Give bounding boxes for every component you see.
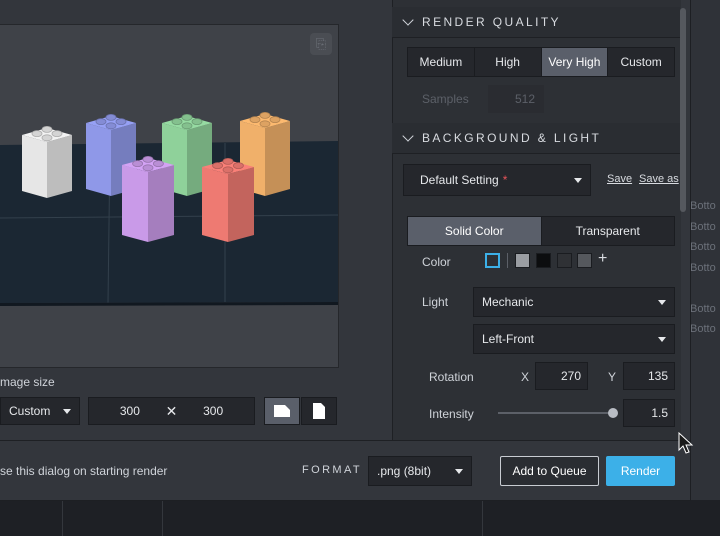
save-as-link[interactable]: Save as [639,173,679,185]
background-list-item: Botto [690,303,716,315]
color-swatch[interactable] [577,253,592,268]
light-direction-select[interactable]: Left-Front [473,324,675,354]
color-swatch[interactable] [515,253,530,268]
mode-solid-color[interactable]: Solid Color [408,217,542,245]
quality-option-custom[interactable]: Custom [608,48,674,76]
chevron-down-icon [658,336,666,342]
light-preset-select[interactable]: Mechanic [473,287,675,317]
landscape-icon [274,405,290,417]
light-preset-value: Mechanic [482,295,534,309]
landscape-orientation-button[interactable] [264,397,300,425]
required-marker: * [502,173,508,187]
portrait-orientation-button[interactable] [301,397,337,425]
format-select[interactable]: .png (8bit) [368,456,472,486]
color-swatch-selected[interactable] [485,253,500,268]
image-width-input[interactable]: 300 [120,404,140,418]
background-list-item: Botto [690,262,716,274]
render-button[interactable]: Render [606,456,675,486]
divider [62,500,63,536]
image-size-label: mage size [0,375,55,389]
background-list-item: Botto [690,323,716,335]
close-on-render-label[interactable]: se this dialog on starting render [0,464,167,478]
image-height-input[interactable]: 300 [203,404,223,418]
background-list-item: Botto [690,200,716,212]
samples-label: Samples [422,92,469,106]
light-label: Light [422,295,449,309]
background-app-bottom-strip [0,500,720,536]
footer-divider [0,440,690,441]
image-size-preset-value: Custom [9,404,51,418]
intensity-slider-track[interactable] [498,412,614,414]
chevron-down-icon [402,130,414,142]
chevron-down-icon [402,14,414,26]
rotation-y-label: Y [608,370,617,384]
render-preview-viewport[interactable]: ⎘ [0,24,339,368]
rotation-x-input[interactable]: 270 [535,362,588,390]
format-value: .png (8bit) [377,464,432,478]
chevron-down-icon [455,468,463,474]
samples-input[interactable]: 512 [488,85,544,113]
lego-brick-white [22,126,72,198]
chevron-down-icon [574,177,582,183]
quality-option-very-high[interactable]: Very High [541,48,609,76]
background-list-item: Botto [690,221,716,233]
background-light-header[interactable]: BACKGROUND & LIGHT [392,123,680,154]
quality-option-high[interactable]: High [475,48,542,76]
background-preset-select[interactable]: Default Setting * [403,164,591,196]
divider [162,500,163,536]
settings-scrollbar[interactable] [680,8,686,212]
image-size-preset-select[interactable]: Custom [0,397,80,425]
intensity-label: Intensity [429,407,474,421]
rotation-y-input[interactable]: 135 [623,362,675,390]
intensity-slider-thumb[interactable] [608,408,618,418]
intensity-input[interactable]: 1.5 [623,399,675,427]
chevron-down-icon [658,299,666,305]
viewport-camera-icon[interactable]: ⎘ [310,33,332,55]
preview-scene [0,112,338,306]
rotation-x-label: X [521,370,530,384]
rotation-label: Rotation [429,370,474,384]
chevron-down-icon [63,408,71,414]
light-direction-value: Left-Front [482,332,535,346]
lego-brick-purple [122,155,174,242]
portrait-icon [313,403,325,419]
render-quality-segmented: Medium High Very High Custom [407,47,675,77]
render-quality-title: RENDER QUALITY [422,15,561,29]
image-size-fields: 300 ✕ 300 [88,397,255,425]
background-list-item: Botto [690,241,716,253]
background-light-title: BACKGROUND & LIGHT [422,131,602,145]
background-preset-value: Default Setting [420,173,499,187]
mouse-cursor-icon [678,432,694,454]
color-swatch[interactable] [536,253,551,268]
add-color-button[interactable]: + [598,250,607,268]
times-icon: ✕ [165,402,178,419]
background-mode-segmented: Solid Color Transparent [407,216,675,246]
quality-option-medium[interactable]: Medium [408,48,475,76]
save-link[interactable]: Save [607,173,632,185]
add-to-queue-button[interactable]: Add to Queue [500,456,599,486]
color-swatch[interactable] [557,253,572,268]
divider [482,500,483,536]
render-quality-header[interactable]: RENDER QUALITY [392,7,680,38]
divider [507,253,508,268]
format-label: FORMAT [302,464,363,476]
lego-brick-red [202,157,254,242]
color-label: Color [422,255,451,269]
mode-transparent[interactable]: Transparent [542,217,675,245]
